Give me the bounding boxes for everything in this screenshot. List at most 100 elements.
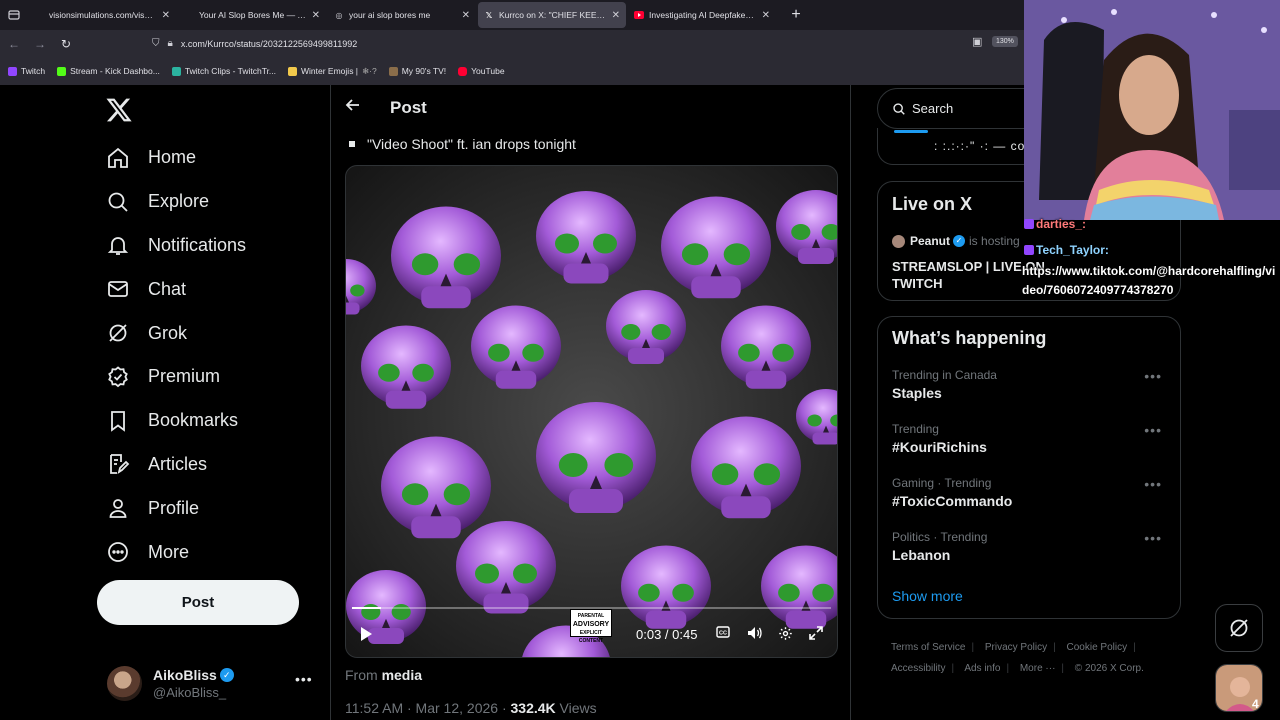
close-tab-icon[interactable]: ✕ bbox=[312, 10, 320, 21]
footer-link[interactable]: Terms of Service bbox=[891, 642, 965, 653]
nav-item-explore[interactable]: Explore bbox=[105, 180, 246, 224]
close-tab-icon[interactable]: ✕ bbox=[762, 10, 770, 21]
nav-item-articles[interactable]: Articles bbox=[105, 443, 246, 487]
fullscreen-icon[interactable] bbox=[809, 626, 825, 642]
browser-tab-active[interactable]: 𝕏 Kurrco on X: "CHIEF KEEF SKELE ✕ bbox=[478, 2, 626, 28]
tv-icon bbox=[388, 66, 398, 76]
post-meta: 11:52 AM · Mar 12, 2026 · 332.4K Views bbox=[345, 700, 597, 716]
browser-tab[interactable]: Investigating AI Deepfakes - Yo ✕ bbox=[628, 2, 776, 28]
reader-view-icon[interactable]: ▣ bbox=[972, 35, 982, 48]
footer-link[interactable]: Privacy Policy bbox=[985, 642, 1047, 653]
trend-item[interactable]: Politics · Trending Lebanon ••• bbox=[892, 530, 1168, 574]
footer-link[interactable]: Ads info bbox=[964, 663, 1000, 674]
bookmark-item[interactable]: Twitch Clips - TwitchTr... bbox=[171, 66, 276, 76]
trend-item[interactable]: Trending #KouriRichins ••• bbox=[892, 422, 1168, 466]
nav-label: More bbox=[148, 541, 190, 562]
verified-badge-icon: ✓ bbox=[953, 235, 966, 247]
close-tab-icon[interactable]: ✕ bbox=[162, 10, 170, 21]
more-horizontal-icon[interactable]: ••• bbox=[1144, 476, 1162, 492]
accent-bar bbox=[894, 130, 928, 133]
reload-icon[interactable]: ↻ bbox=[54, 32, 78, 56]
nav-item-notifications[interactable]: Notifications bbox=[105, 224, 246, 268]
bookmark-item[interactable]: YouTube bbox=[458, 66, 505, 76]
bookmark-item[interactable]: Stream - Kick Dashbo... bbox=[57, 66, 160, 76]
grok-floating-button[interactable] bbox=[1215, 604, 1263, 652]
nav-label: Articles bbox=[148, 453, 208, 474]
back-arrow-icon[interactable] bbox=[345, 97, 365, 118]
nav-item-home[interactable]: Home bbox=[105, 136, 246, 180]
video-controls: PARENTAL ADVISORY EXPLICIT CONTENT 0:03 … bbox=[346, 601, 837, 657]
lock-icon[interactable]: 🔒︎ bbox=[168, 38, 173, 49]
media-source-link[interactable]: media bbox=[382, 667, 422, 683]
folder-icon bbox=[288, 66, 298, 76]
video-player[interactable]: PARENTAL ADVISORY EXPLICIT CONTENT 0:03 … bbox=[345, 165, 838, 658]
zoom-level[interactable]: 130% bbox=[992, 36, 1018, 47]
play-icon[interactable] bbox=[358, 626, 374, 642]
captions-icon[interactable]: CC bbox=[716, 626, 732, 642]
browser-tab[interactable]: Your AI Slop Bores Me — The W ✕ bbox=[178, 2, 326, 28]
whats-happening-card: What’s happening Trending in Canada Stap… bbox=[877, 316, 1181, 619]
new-tab-icon[interactable]: + bbox=[784, 3, 808, 27]
footer-links: Terms of Service | Privacy Policy | Cookie… bbox=[891, 642, 1144, 674]
address-bar[interactable]: ⛉ 🔒︎ x.com/Kurrco/status/203212256949981… bbox=[152, 33, 1024, 54]
shield-icon[interactable]: ⛉ bbox=[152, 38, 160, 49]
back-icon[interactable]: ← bbox=[2, 32, 26, 56]
post-timestamp[interactable]: 11:52 AM · Mar 12, 2026 · bbox=[345, 700, 507, 716]
account-name: AikoBliss bbox=[153, 666, 217, 683]
main-column: Post "Video Shoot" ft. ian drops tonight bbox=[330, 85, 851, 720]
footer-link[interactable]: Cookie Policy bbox=[1067, 642, 1128, 653]
nav-item-more[interactable]: More bbox=[105, 530, 246, 574]
x-logo-icon[interactable] bbox=[105, 96, 133, 124]
tab-title: visionsimulations.com/visual-snow.h bbox=[49, 10, 158, 20]
show-more-link[interactable]: Show more bbox=[892, 588, 963, 604]
bookmark-item[interactable]: Winter Emojis | ❄·? bbox=[288, 66, 377, 77]
grok-icon bbox=[1230, 619, 1248, 637]
articles-icon bbox=[105, 451, 131, 477]
account-switcher[interactable]: AikoBliss ✓ @AikoBliss_ ••• bbox=[107, 663, 317, 703]
close-tab-icon[interactable]: ✕ bbox=[612, 10, 620, 21]
browser-tab[interactable]: visionsimulations.com/visual-snow.h ✕ bbox=[28, 2, 176, 28]
more-horizontal-icon[interactable]: ••• bbox=[1144, 530, 1162, 546]
settings-gear-icon[interactable] bbox=[778, 626, 794, 642]
x-logo-icon: 𝕏 bbox=[485, 10, 493, 20]
chat-message: darties_: bbox=[1024, 217, 1086, 231]
close-tab-icon[interactable]: ✕ bbox=[462, 10, 470, 21]
bookmark-item[interactable]: My 90's TV! bbox=[388, 66, 446, 76]
footer-link[interactable]: Accessibility bbox=[891, 663, 945, 674]
more-horizontal-icon[interactable]: ••• bbox=[1144, 422, 1162, 438]
search-placeholder: Search bbox=[912, 101, 954, 116]
kick-icon bbox=[57, 66, 67, 76]
nav-label: Home bbox=[148, 147, 197, 168]
bookmark-icon bbox=[105, 408, 131, 434]
more-horizontal-icon[interactable]: ••• bbox=[1144, 368, 1162, 384]
nav-item-bookmarks[interactable]: Bookmarks bbox=[105, 399, 246, 443]
nav-label: Profile bbox=[148, 497, 200, 518]
browser-tab[interactable]: ◎ your ai slop bores me ✕ bbox=[328, 2, 476, 28]
footer-link[interactable]: More ··· bbox=[1020, 663, 1056, 674]
chat-message: Tech_Taylor: bbox=[1024, 243, 1109, 257]
chat-message-text: https://www.tiktok.com/@hardcorehalfling… bbox=[1022, 264, 1276, 297]
tweet-text: "Video Shoot" ft. ian drops tonight bbox=[349, 136, 576, 152]
bell-icon bbox=[105, 232, 131, 258]
more-horizontal-icon[interactable]: ••• bbox=[295, 671, 313, 687]
webcam-overlay bbox=[1024, 0, 1280, 220]
post-button[interactable]: Post bbox=[97, 580, 299, 625]
live-title: Live on X bbox=[892, 194, 973, 214]
nav-item-premium[interactable]: Premium bbox=[105, 355, 246, 399]
nav-label: Chat bbox=[148, 278, 187, 299]
nav-item-profile[interactable]: Profile bbox=[105, 486, 246, 530]
globe-icon: ◎ bbox=[335, 10, 343, 20]
trend-item[interactable]: Gaming · Trending #ToxicCommando ••• bbox=[892, 476, 1168, 520]
forward-icon[interactable]: → bbox=[28, 32, 52, 56]
volume-icon[interactable] bbox=[747, 626, 763, 642]
tab-list-icon[interactable] bbox=[0, 0, 28, 30]
svg-text:CC: CC bbox=[719, 631, 727, 637]
primary-nav: Home Explore Notifications Chat Grok Pre… bbox=[105, 136, 246, 574]
nav-label: Grok bbox=[148, 322, 188, 343]
parental-advisory-label: PARENTAL ADVISORY EXPLICIT CONTENT bbox=[570, 609, 612, 644]
nav-item-grok[interactable]: Grok bbox=[105, 311, 246, 355]
trend-item[interactable]: Trending in Canada Staples ••• bbox=[892, 368, 1168, 412]
footer-copyright: © 2026 X Corp. bbox=[1074, 663, 1144, 674]
nav-item-chat[interactable]: Chat bbox=[105, 267, 246, 311]
bookmark-item[interactable]: Twitch bbox=[8, 66, 45, 76]
